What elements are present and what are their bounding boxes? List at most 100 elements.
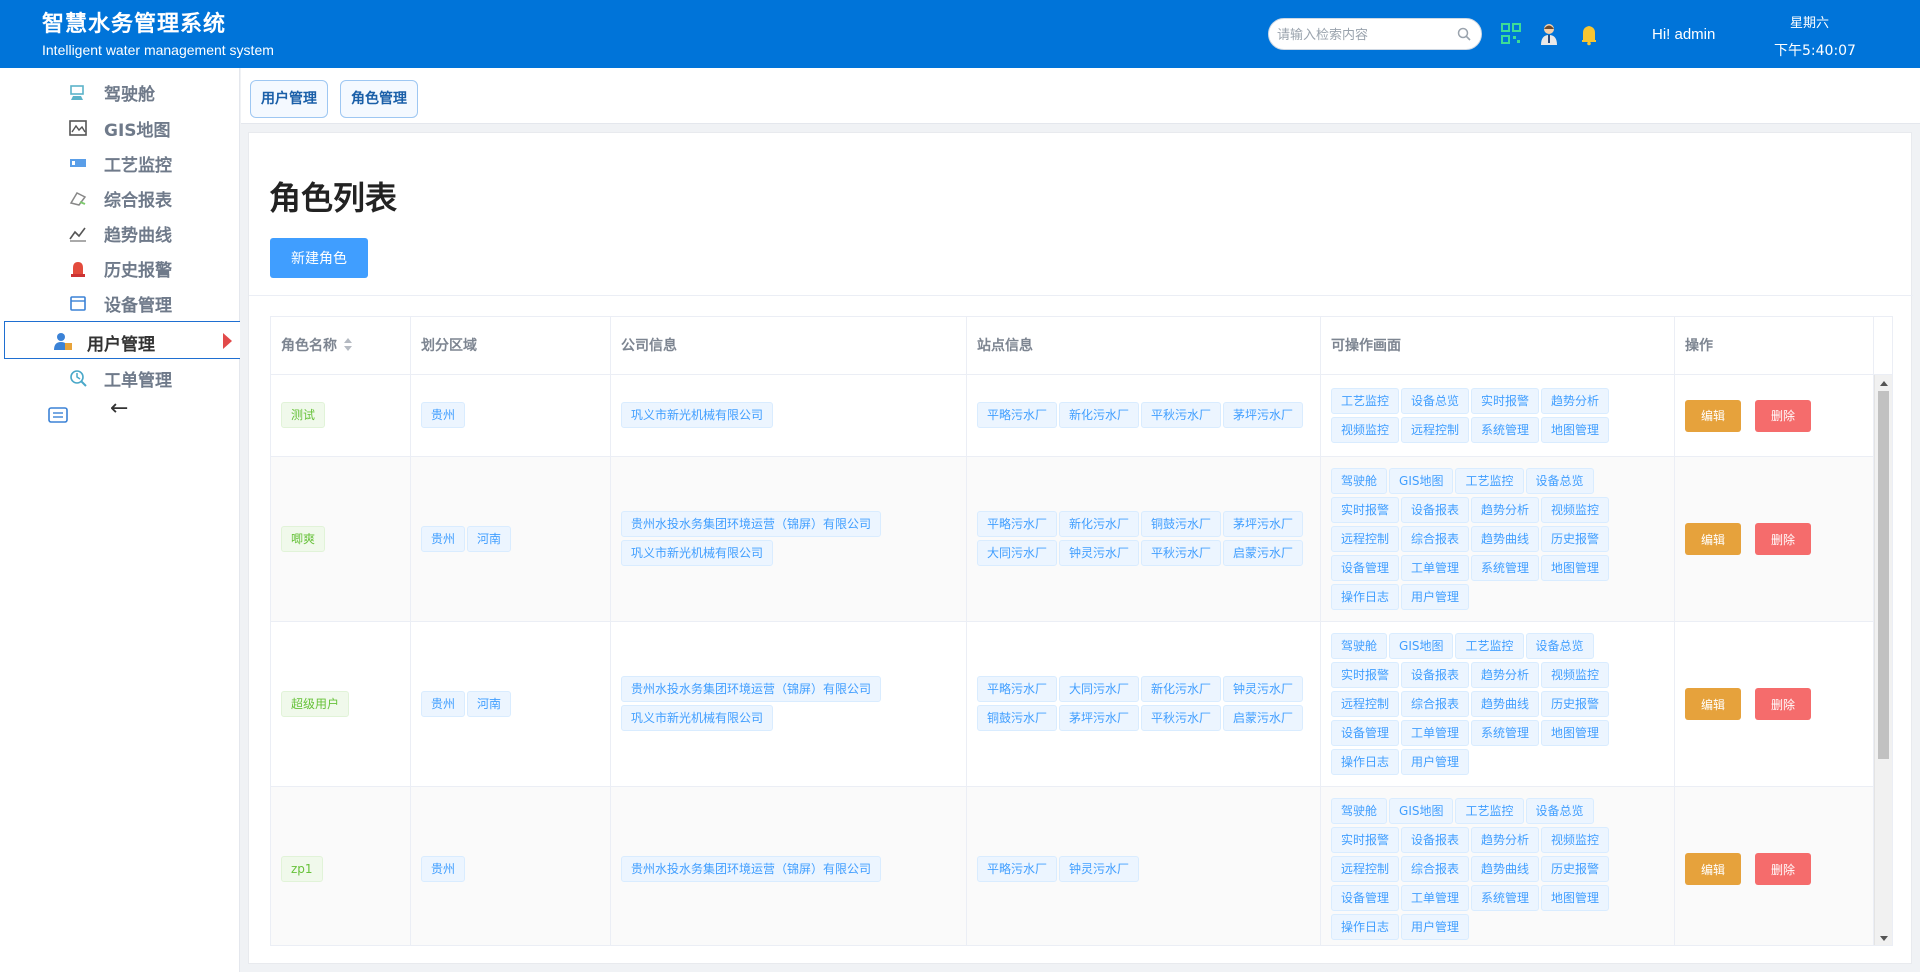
page-title: 角色列表 xyxy=(269,179,398,217)
site-tag: 新化污水厂 xyxy=(1141,676,1222,702)
screen-tag: 驾驶舱 xyxy=(1331,797,1388,824)
table-row: zp1 贵州 贵州水投水务集团环境运营（锦屏）有限公司 平略污水厂 钟灵污水厂 驾驶舱 GI… xyxy=(271,787,1874,945)
edit-button[interactable]: 编辑 xyxy=(1685,688,1741,720)
cell-company: 贵州水投水务集团环境运营（锦屏）有限公司 巩义市新光机械有限公司 xyxy=(611,622,967,786)
sidebar-item-label: 设备管理 xyxy=(104,296,172,316)
screen-tag: 设备报表 xyxy=(1401,826,1470,853)
user-avatar-icon[interactable] xyxy=(1538,22,1560,46)
edit-button[interactable]: 编辑 xyxy=(1685,853,1741,885)
region-tag: 贵州 xyxy=(421,690,466,717)
site-tag: 平略污水厂 xyxy=(977,511,1058,537)
cell-actions: 编辑 删除 xyxy=(1675,457,1874,621)
cell-region-tags: 贵州 河南 xyxy=(421,690,610,719)
menu-toggle-icon[interactable] xyxy=(48,407,68,423)
screen-tag: 系统管理 xyxy=(1471,416,1540,443)
screen-tag: 工单管理 xyxy=(1401,884,1470,911)
cell-region-tags: 贵州 xyxy=(421,401,610,430)
col-header-region: 划分区域 xyxy=(411,317,611,375)
sidebar-item-label: 综合报表 xyxy=(104,191,172,211)
screen-tag: 工单管理 xyxy=(1401,554,1470,581)
site-tag: 平略污水厂 xyxy=(977,676,1058,702)
cell-screens: 驾驶舱 GIS地图 工艺监控 设备总览 实时报警 设备报表 趋势分析 视频监控 远程控制 综合报表… xyxy=(1321,457,1675,621)
company-tag: 巩义市新光机械有限公司 xyxy=(621,540,774,566)
divider xyxy=(249,295,1913,296)
sidebar-item-alarm-history[interactable]: 历史报警 xyxy=(0,250,240,284)
cell-company-tags: 贵州水投水务集团环境运营（锦屏）有限公司 巩义市新光机械有限公司 xyxy=(621,675,966,733)
screen-tag: 视频监控 xyxy=(1541,826,1610,853)
screen-tag: 实时报警 xyxy=(1331,661,1400,688)
screen-tag: 设备管理 xyxy=(1331,884,1400,911)
screen-tag: 实时报警 xyxy=(1331,826,1400,853)
clock-text: 下午5:40:07 xyxy=(1774,43,1856,59)
delete-button[interactable]: 删除 xyxy=(1755,399,1811,432)
sidebar-item-cockpit[interactable]: 驾驶舱 xyxy=(0,74,240,108)
delete-button[interactable]: 删除 xyxy=(1755,853,1811,885)
sidebar-item-gis-map[interactable]: GIS地图 xyxy=(0,110,240,144)
scroll-thumb[interactable] xyxy=(1878,391,1889,759)
sidebar-item-trend[interactable]: 趋势曲线 xyxy=(0,215,240,249)
cell-site-tags: 平略污水厂 新化污水厂 平秋污水厂 茅坪污水厂 xyxy=(977,401,1317,430)
tab-user-management[interactable]: 用户管理 xyxy=(250,80,328,118)
company-tag: 巩义市新光机械有限公司 xyxy=(621,402,774,428)
bell-icon[interactable] xyxy=(1578,22,1600,46)
sidebar-item-workorder[interactable]: 工单管理 xyxy=(0,360,240,394)
site-tag: 平秋污水厂 xyxy=(1141,402,1222,428)
col-header-actions: 操作 xyxy=(1675,317,1874,375)
role-name-tag: 测试 xyxy=(281,402,326,428)
site-tag: 铜鼓污水厂 xyxy=(1141,511,1222,537)
device-icon xyxy=(70,296,86,311)
delete-button[interactable]: 删除 xyxy=(1755,688,1811,720)
role-name-tag: zp1 xyxy=(281,855,323,882)
search-box[interactable] xyxy=(1268,18,1482,50)
role-table: 角色名称 划分区域 公司信息 站点信息 可操作画面 操作 测试 贵州 巩义市新光机械… xyxy=(270,316,1893,946)
sort-icon[interactable] xyxy=(343,338,353,352)
sidebar-item-report[interactable]: 综合报表 xyxy=(0,180,240,214)
table-scrollbar[interactable] xyxy=(1874,375,1892,945)
table-row: 唧爽 贵州 河南 贵州水投水务集团环境运营（锦屏）有限公司 巩义市新光机械有限公司 平略污… xyxy=(271,457,1874,622)
role-name-tag: 唧爽 xyxy=(281,525,326,552)
screen-tag: 综合报表 xyxy=(1401,855,1470,882)
sidebar-item-label: GIS地图 xyxy=(104,121,171,141)
cell-region: 贵州 xyxy=(411,787,611,945)
col-header-role-name[interactable]: 角色名称 xyxy=(271,317,411,375)
tab-role-management[interactable]: 角色管理 xyxy=(340,80,418,118)
sidebar-item-process-monitor[interactable]: 工艺监控 xyxy=(0,145,240,179)
screen-tag: 设备报表 xyxy=(1401,661,1470,688)
screen-tag: 地图管理 xyxy=(1541,416,1610,443)
site-tag: 新化污水厂 xyxy=(1059,402,1140,428)
screen-tag: 驾驶舱 xyxy=(1331,632,1388,659)
screen-tag: 地图管理 xyxy=(1541,719,1610,746)
cockpit-icon xyxy=(70,85,84,100)
sidebar-item-device[interactable]: 设备管理 xyxy=(0,285,240,319)
screen-tag: 用户管理 xyxy=(1401,583,1470,610)
screen-tag: GIS地图 xyxy=(1389,797,1454,824)
screen-tag: 远程控制 xyxy=(1331,690,1400,717)
active-indicator-icon xyxy=(223,333,232,349)
cell-screens: 驾驶舱 GIS地图 工艺监控 设备总览 实时报警 设备报表 趋势分析 视频监控 远程控制 综合报表… xyxy=(1321,787,1675,945)
workorder-icon xyxy=(70,370,87,387)
user-icon xyxy=(54,333,72,350)
map-icon xyxy=(69,120,87,136)
edit-button[interactable]: 编辑 xyxy=(1685,523,1741,555)
collapse-sidebar-button[interactable]: ← xyxy=(110,396,128,421)
screen-tag: 工艺监控 xyxy=(1331,387,1400,414)
qr-code-icon[interactable] xyxy=(1500,22,1522,46)
screen-tag: 操作日志 xyxy=(1331,913,1400,940)
screen-tag: 趋势分析 xyxy=(1471,826,1540,853)
sidebar-item-user-management[interactable]: 用户管理 xyxy=(4,321,240,359)
scroll-down-icon[interactable] xyxy=(1880,936,1888,941)
trend-icon xyxy=(69,227,86,242)
screen-tag: 趋势曲线 xyxy=(1471,690,1540,717)
search-icon[interactable] xyxy=(1457,27,1471,41)
screen-tag: 远程控制 xyxy=(1401,416,1470,443)
search-input[interactable] xyxy=(1277,25,1453,45)
col-header-screens: 可操作画面 xyxy=(1321,317,1675,375)
sidebar-item-label: 用户管理 xyxy=(87,335,155,355)
screen-tag: 设备总览 xyxy=(1525,467,1594,494)
new-role-button[interactable]: 新建角色 xyxy=(270,238,368,278)
edit-button[interactable]: 编辑 xyxy=(1685,399,1741,432)
cell-screens: 驾驶舱 GIS地图 工艺监控 设备总览 实时报警 设备报表 趋势分析 视频监控 远程控制 综合报表… xyxy=(1321,622,1675,786)
top-header: 智慧水务管理系统 Intelligent water management sy… xyxy=(0,0,1920,68)
scroll-up-icon[interactable] xyxy=(1880,381,1888,386)
delete-button[interactable]: 删除 xyxy=(1755,523,1811,555)
